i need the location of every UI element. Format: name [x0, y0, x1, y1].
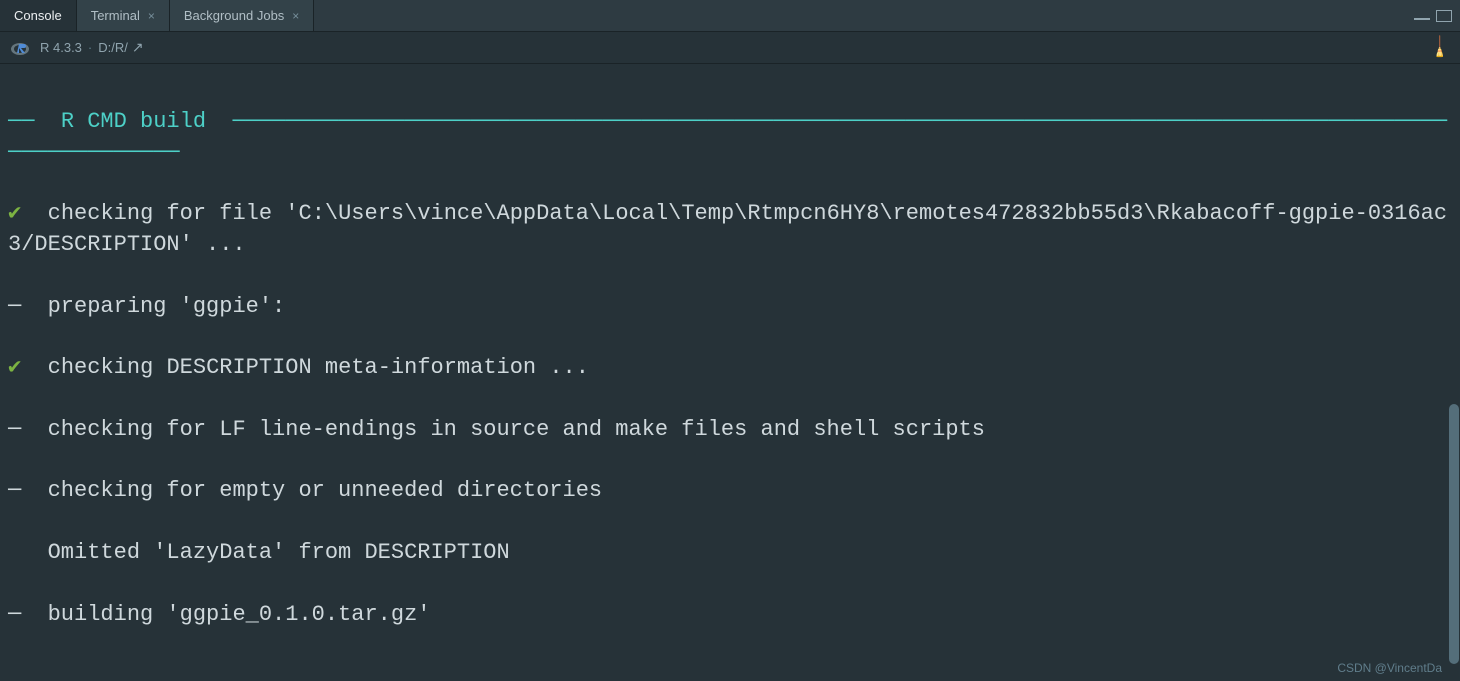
check-icon: ✔ — [8, 201, 21, 226]
rule-left: ── — [8, 109, 61, 134]
tab-label: Terminal — [91, 8, 140, 23]
console-output: ── R CMD build ─────────────────────────… — [0, 64, 1460, 681]
dash-icon: ─ — [8, 294, 21, 319]
watermark: CSDN @VincentDa — [1337, 661, 1442, 675]
scrollbar-thumb[interactable] — [1449, 404, 1459, 664]
tab-background-jobs[interactable]: Background Jobs × — [170, 0, 314, 31]
clear-console-icon[interactable]: 🧹 — [1426, 33, 1454, 61]
log-text: preparing 'ggpie': — [21, 294, 285, 319]
open-folder-icon[interactable]: ↗ — [132, 39, 144, 56]
log-text: checking for LF line-endings in source a… — [21, 417, 985, 442]
tab-bar-controls — [1414, 10, 1460, 22]
tab-console[interactable]: Console — [0, 0, 77, 31]
close-icon[interactable]: × — [292, 9, 299, 23]
r-version: R 4.3.3 — [40, 40, 82, 55]
tab-label: Background Jobs — [184, 8, 284, 23]
blank-line — [8, 661, 1452, 681]
separator: · — [88, 40, 92, 55]
dash-icon: ─ — [8, 417, 21, 442]
tab-label: Console — [14, 8, 62, 23]
check-icon: ✔ — [8, 355, 21, 380]
log-text: checking for empty or unneeded directori… — [21, 478, 602, 503]
r-logo-icon — [10, 38, 30, 58]
minimize-pane-icon[interactable] — [1414, 12, 1430, 20]
log-text: checking DESCRIPTION meta-information ..… — [21, 355, 589, 380]
log-text: checking for file 'C:\Users\vince\AppDat… — [8, 201, 1447, 257]
tab-terminal[interactable]: Terminal × — [77, 0, 170, 31]
working-dir: D:/R/ — [98, 40, 128, 55]
scrollbar[interactable] — [1448, 64, 1460, 681]
rule-right: ────────────────────────────────────────… — [8, 109, 1447, 165]
tab-bar: Console Terminal × Background Jobs × — [0, 0, 1460, 32]
build-header: R CMD build — [61, 109, 206, 134]
log-text: building 'ggpie_0.1.0.tar.gz' — [21, 602, 430, 627]
maximize-pane-icon[interactable] — [1436, 10, 1452, 22]
log-text: Omitted 'LazyData' from DESCRIPTION — [8, 538, 1452, 569]
close-icon[interactable]: × — [148, 9, 155, 23]
dash-icon: ─ — [8, 478, 21, 503]
console-info-bar: R 4.3.3 · D:/R/ ↗ 🧹 — [0, 32, 1460, 64]
dash-icon: ─ — [8, 602, 21, 627]
